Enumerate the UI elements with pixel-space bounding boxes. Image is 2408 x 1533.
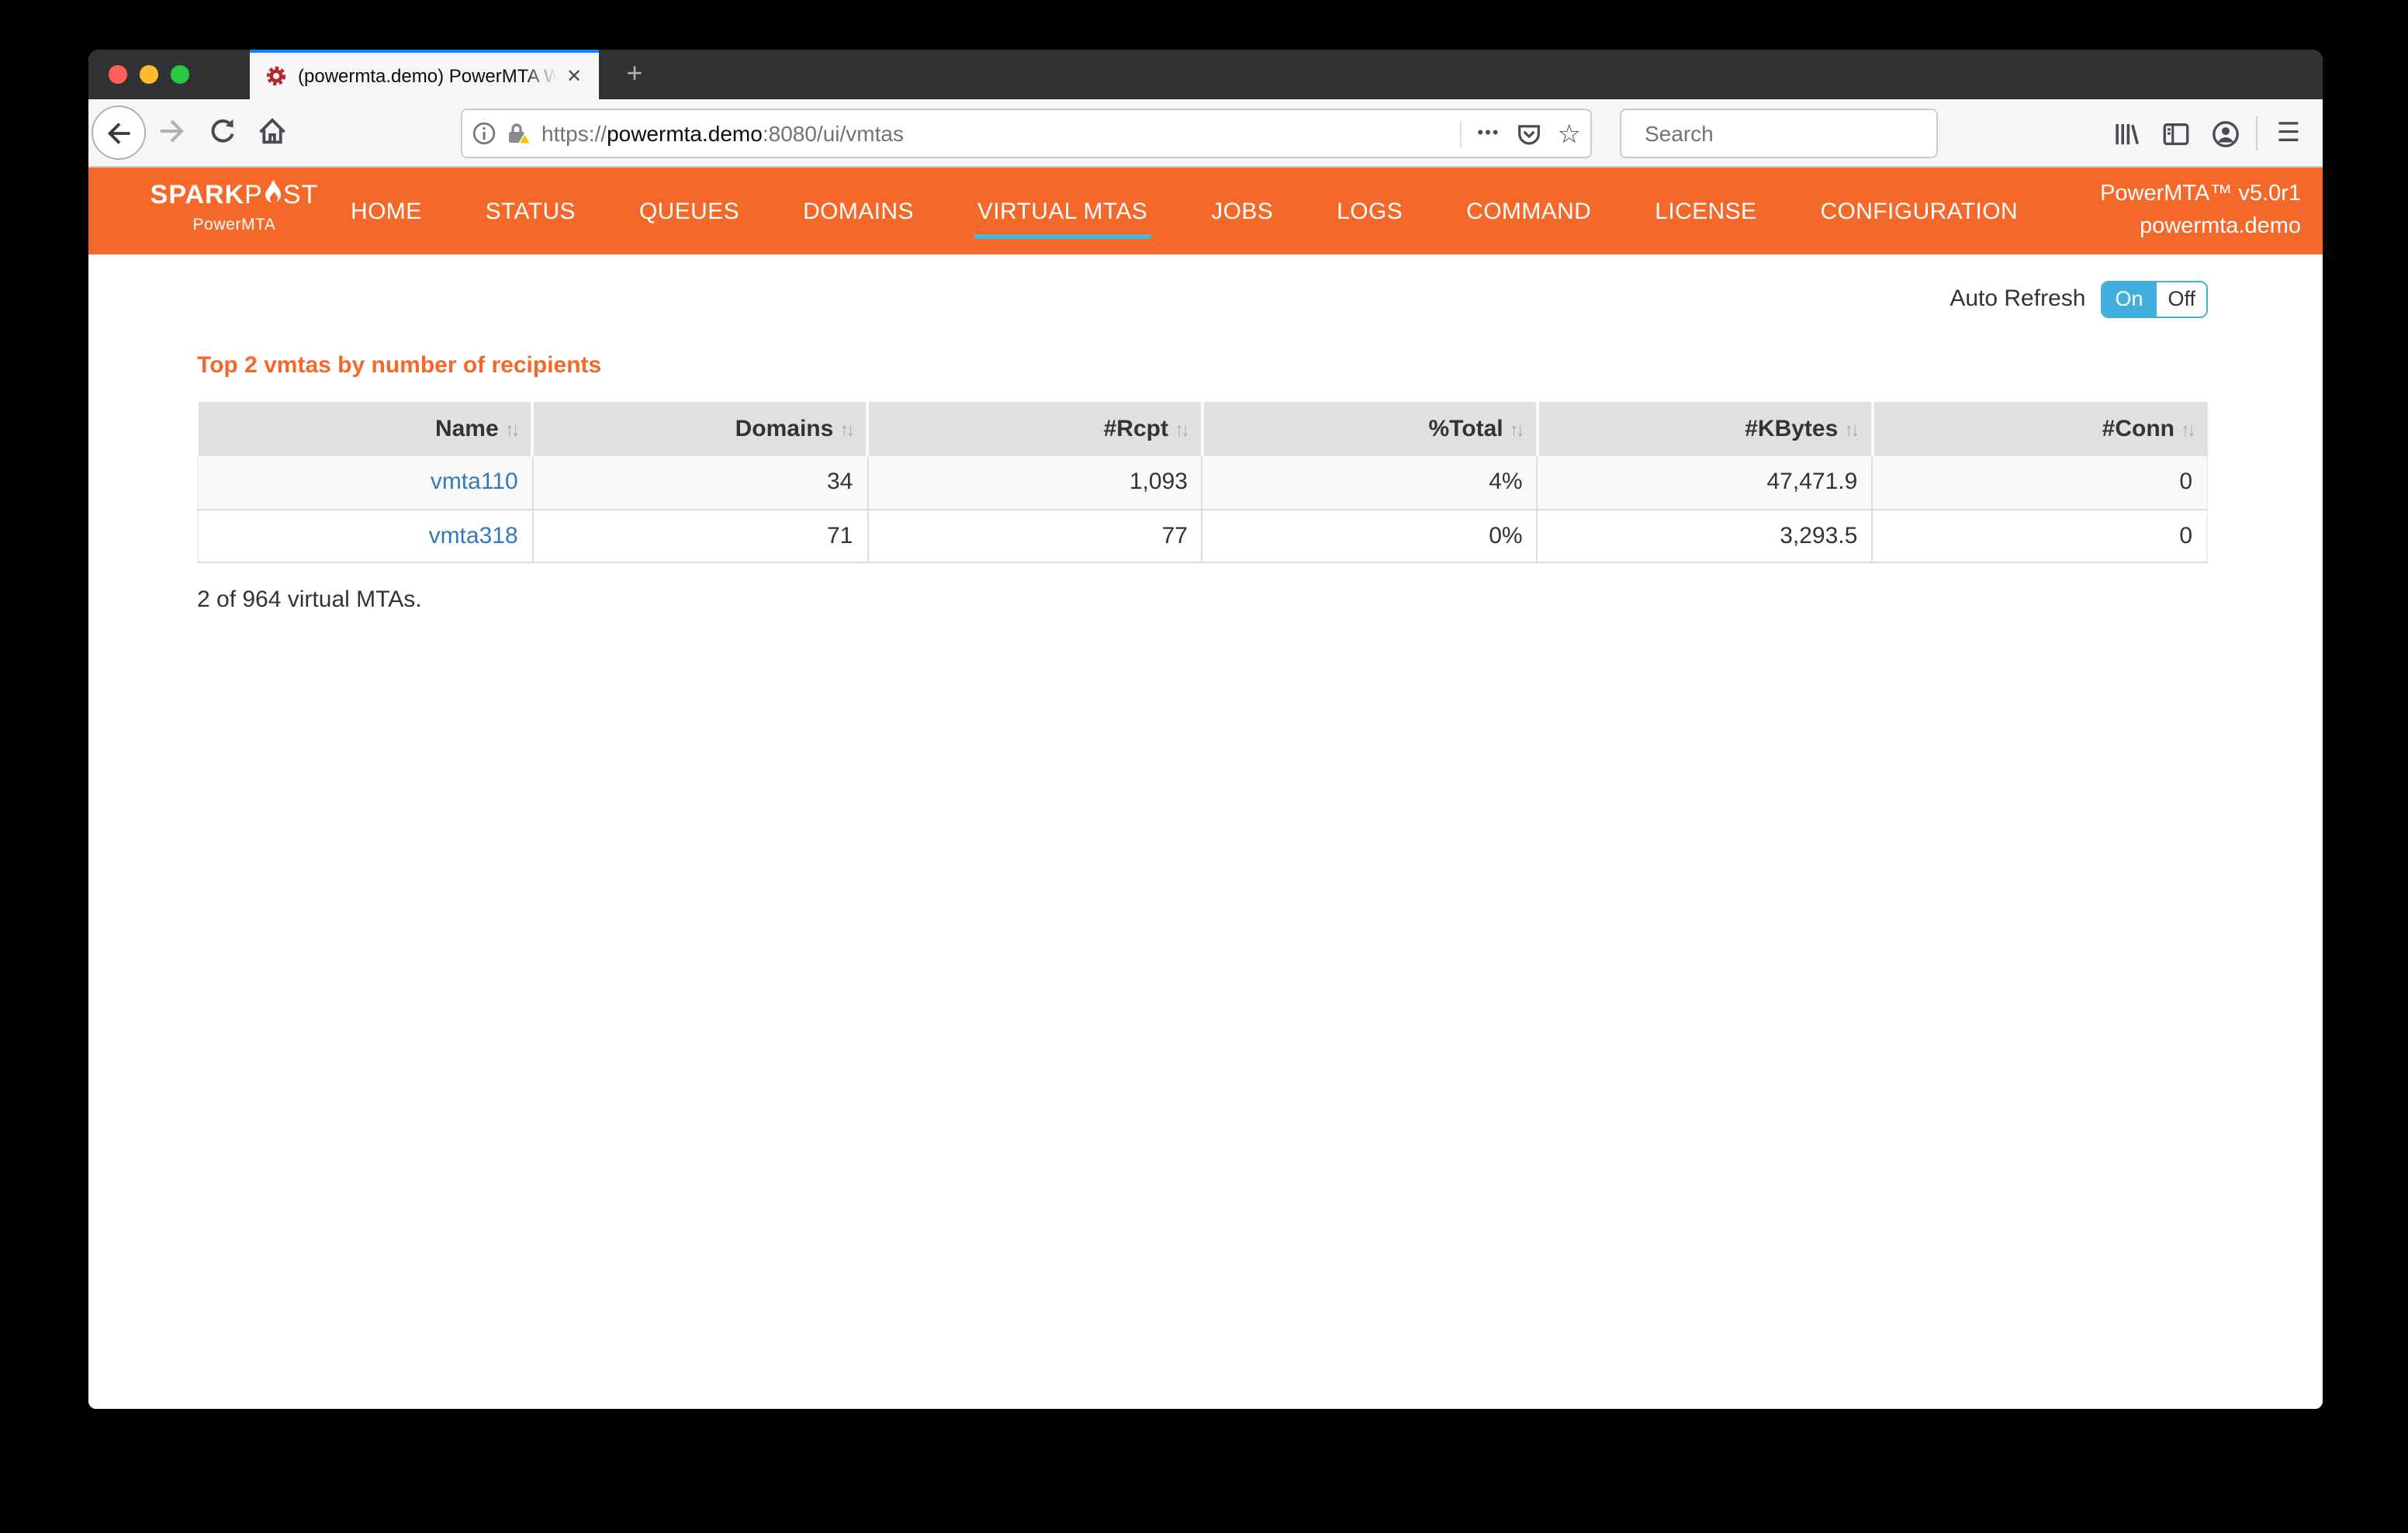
sort-icon[interactable]: ↑↓ bbox=[505, 419, 517, 441]
search-input[interactable] bbox=[1645, 121, 1925, 146]
column-header-conn[interactable]: #Conn↑↓ bbox=[1872, 402, 2207, 456]
app-navbar: SPARKPST PowerMTA HOME STATUS QUEUES DOM… bbox=[88, 168, 2323, 254]
table-title: Top 2 vmtas by number of recipients bbox=[197, 352, 2208, 379]
nav-item-virtual-mtas[interactable]: VIRTUAL MTAS bbox=[974, 184, 1150, 238]
tab-title: (powermta.demo) PowerMTA W bbox=[298, 65, 557, 87]
url-bar[interactable]: https://powermta.demo:8080/ui/vmtas ••• … bbox=[461, 109, 1592, 158]
cell-conn: 0 bbox=[1872, 509, 2207, 562]
url-text: https://powermta.demo:8080/ui/vmtas bbox=[541, 121, 1460, 146]
lock-warning-icon[interactable] bbox=[506, 121, 532, 146]
browser-tab[interactable]: (powermta.demo) PowerMTA W ✕ bbox=[250, 50, 599, 99]
auto-refresh-off-button[interactable]: Off bbox=[2155, 282, 2206, 316]
traffic-lights bbox=[109, 50, 189, 99]
reload-icon bbox=[208, 116, 237, 146]
auto-refresh-label: Auto Refresh bbox=[1950, 285, 2085, 312]
sort-icon[interactable]: ↑↓ bbox=[1175, 419, 1187, 441]
library-button[interactable] bbox=[2101, 109, 2150, 158]
powermta-version: PowerMTA™ v5.0r1 bbox=[2100, 178, 2301, 211]
sidebar-toggle-button[interactable] bbox=[2150, 109, 2200, 158]
search-bar[interactable] bbox=[1620, 109, 1938, 158]
flame-icon bbox=[264, 180, 282, 206]
pocket-icon[interactable] bbox=[1516, 120, 1542, 147]
toolbar-separator bbox=[2256, 116, 2258, 151]
sort-icon[interactable]: ↑↓ bbox=[2181, 419, 2193, 441]
zoom-window-button[interactable] bbox=[171, 65, 189, 84]
page-content: Auto Refresh On Off Top 2 vmtas by numbe… bbox=[88, 254, 2323, 1409]
account-button[interactable] bbox=[2200, 109, 2250, 158]
cell-kbytes: 47,471.9 bbox=[1538, 456, 1873, 509]
cell-kbytes: 3,293.5 bbox=[1538, 509, 1873, 562]
table-row: vmta318 71 77 0% 3,293.5 0 bbox=[198, 509, 2207, 562]
vmtas-table: Name↑↓ Domains↑↓ #Rcpt↑↓ %Total↑↓ #KByte… bbox=[197, 402, 2208, 562]
browser-toolbar: https://powermta.demo:8080/ui/vmtas ••• … bbox=[88, 99, 2323, 168]
back-arrow-icon bbox=[105, 119, 133, 147]
sort-icon[interactable]: ↑↓ bbox=[1844, 419, 1856, 441]
home-button[interactable] bbox=[258, 116, 287, 146]
bookmark-star-icon[interactable]: ☆ bbox=[1558, 120, 1582, 147]
tab-close-icon[interactable]: ✕ bbox=[560, 62, 588, 90]
table-header-row: Name↑↓ Domains↑↓ #Rcpt↑↓ %Total↑↓ #KByte… bbox=[198, 402, 2207, 456]
cell-rcpt: 1,093 bbox=[867, 456, 1202, 509]
column-header-domains[interactable]: Domains↑↓ bbox=[533, 402, 868, 456]
browser-window: (powermta.demo) PowerMTA W ✕ + bbox=[88, 50, 2323, 1409]
page-actions-icon[interactable]: ••• bbox=[1477, 124, 1500, 143]
table-summary: 2 of 964 virtual MTAs. bbox=[197, 586, 2208, 612]
home-icon bbox=[258, 116, 287, 146]
minimize-window-button[interactable] bbox=[140, 65, 158, 84]
forward-arrow-icon bbox=[157, 116, 186, 146]
nav-menu: HOME STATUS QUEUES DOMAINS VIRTUAL MTAS … bbox=[348, 184, 2021, 238]
library-icon bbox=[2111, 119, 2140, 148]
table-row: vmta110 34 1,093 4% 47,471.9 0 bbox=[198, 456, 2207, 509]
nav-item-status[interactable]: STATUS bbox=[483, 184, 579, 238]
cell-conn: 0 bbox=[1872, 456, 2207, 509]
powermta-favicon-gear-icon bbox=[265, 65, 287, 87]
close-window-button[interactable] bbox=[109, 65, 127, 84]
vmta-link[interactable]: vmta318 bbox=[429, 522, 518, 548]
sort-icon[interactable]: ↑↓ bbox=[1510, 419, 1522, 441]
tab-bar: (powermta.demo) PowerMTA W ✕ + bbox=[88, 50, 2323, 99]
cell-rcpt: 77 bbox=[867, 509, 1202, 562]
auto-refresh-row: Auto Refresh On Off bbox=[197, 254, 2208, 317]
cell-domains: 34 bbox=[533, 456, 868, 509]
auto-refresh-toggle: On Off bbox=[2101, 280, 2208, 317]
cell-total: 4% bbox=[1202, 456, 1538, 509]
column-header-name[interactable]: Name↑↓ bbox=[198, 402, 533, 456]
nav-item-home[interactable]: HOME bbox=[348, 184, 425, 238]
nav-item-logs[interactable]: LOGS bbox=[1334, 184, 1406, 238]
cell-domains: 71 bbox=[533, 509, 868, 562]
vmta-link[interactable]: vmta110 bbox=[431, 469, 518, 496]
back-button[interactable] bbox=[92, 106, 146, 160]
nav-item-jobs[interactable]: JOBS bbox=[1208, 184, 1276, 238]
menu-button[interactable]: ☰ bbox=[2264, 109, 2313, 158]
nav-item-queues[interactable]: QUEUES bbox=[636, 184, 742, 238]
nav-item-domains[interactable]: DOMAINS bbox=[800, 184, 917, 238]
version-info: PowerMTA™ v5.0r1 powermta.demo bbox=[2100, 178, 2301, 244]
sort-icon[interactable]: ↑↓ bbox=[839, 419, 852, 441]
nav-item-license[interactable]: LICENSE bbox=[1652, 184, 1759, 238]
forward-button[interactable] bbox=[157, 116, 186, 146]
reload-button[interactable] bbox=[208, 116, 237, 146]
column-header-rcpt[interactable]: #Rcpt↑↓ bbox=[867, 402, 1202, 456]
column-header-kbytes[interactable]: #KBytes↑↓ bbox=[1538, 402, 1873, 456]
nav-item-command[interactable]: COMMAND bbox=[1463, 184, 1594, 238]
column-header-total[interactable]: %Total↑↓ bbox=[1202, 402, 1538, 456]
sidebar-icon bbox=[2161, 119, 2190, 148]
new-tab-button[interactable]: + bbox=[611, 50, 658, 99]
auto-refresh-on-button[interactable]: On bbox=[2102, 282, 2155, 316]
page-info-icon[interactable] bbox=[472, 121, 496, 146]
nav-item-configuration[interactable]: CONFIGURATION bbox=[1817, 184, 2021, 238]
account-icon bbox=[2210, 119, 2240, 148]
powermta-hostname: powermta.demo bbox=[2100, 211, 2301, 244]
cell-total: 0% bbox=[1202, 509, 1538, 562]
sparkpost-logo: SPARKPST PowerMTA bbox=[126, 180, 343, 234]
